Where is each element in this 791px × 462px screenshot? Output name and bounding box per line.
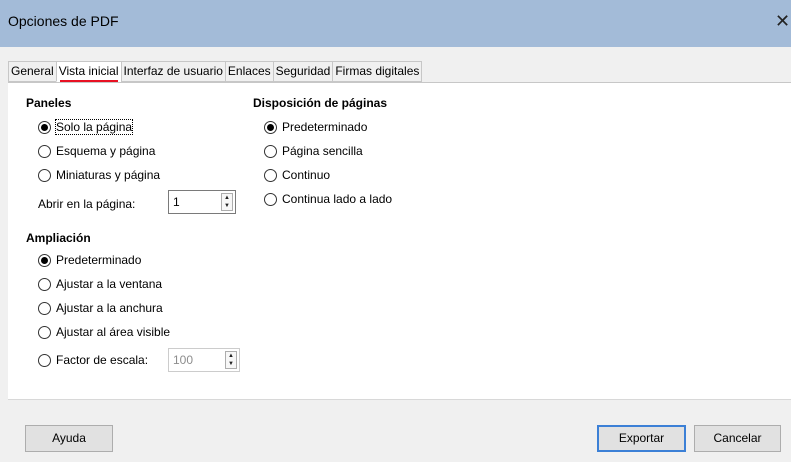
tab-panel: Paneles Solo la página Esquema y página … [8,82,791,400]
radio-label: Ajustar a la anchura [56,301,163,315]
tab-seguridad[interactable]: Seguridad [272,61,333,82]
radio-button[interactable] [38,277,51,291]
radio-label: Continuo [282,168,331,182]
radio-label: Ajustar a la ventana [56,277,163,291]
tab-enlaces[interactable]: Enlaces [224,61,273,82]
spin-down-icon[interactable]: ▼ [222,202,232,210]
radio-label: Solo la página [54,119,134,135]
radio-pagina-sencilla[interactable]: Página sencilla [264,142,363,160]
cancel-button[interactable]: Cancelar [694,425,781,452]
radio-button[interactable] [38,120,51,134]
radio-zoom-predeterminado[interactable]: Predeterminado [38,251,141,269]
spin-buttons: ▲ ▼ [225,351,237,369]
radio-ajustar-area-visible[interactable]: Ajustar al área visible [38,323,170,341]
scale-factor-value: 100 [173,353,194,367]
radio-button[interactable] [264,192,277,206]
radio-ajustar-ventana[interactable]: Ajustar a la ventana [38,275,162,293]
radio-continuo[interactable]: Continuo [264,166,330,184]
radio-label: Ajustar al área visible [56,325,171,339]
spin-up-icon[interactable]: ▲ [222,194,232,202]
radio-button[interactable] [38,144,51,158]
scale-factor-spinbox[interactable]: 100 ▲ ▼ [168,348,240,372]
radio-label: Miniaturas y página [56,168,161,182]
radio-button[interactable] [264,120,277,134]
radio-label: Predeterminado [282,120,368,134]
ampliacion-heading: Ampliación [26,231,91,245]
radio-layout-predeterminado[interactable]: Predeterminado [264,118,367,136]
radio-button[interactable] [38,301,51,315]
tab-general[interactable]: General [8,61,56,82]
tab-interfaz-de-usuario[interactable]: Interfaz de usuario [120,61,225,82]
window-title: Opciones de PDF [8,13,119,29]
export-button[interactable]: Exportar [597,425,686,452]
radio-label: Factor de escala: [56,353,149,367]
radio-button[interactable] [264,144,277,158]
radio-label: Página sencilla [282,144,363,158]
button-bar: Ayuda Exportar Cancelar [0,400,791,462]
title-bar: Opciones de PDF ✕ [0,0,791,47]
radio-miniaturas-y-pagina[interactable]: Miniaturas y página [38,166,160,184]
radio-esquema-y-pagina[interactable]: Esquema y página [38,142,155,160]
help-button[interactable]: Ayuda [25,425,113,452]
tab-vista-inicial[interactable]: Vista inicial [55,61,121,83]
radio-button[interactable] [38,353,51,367]
disposicion-heading: Disposición de páginas [253,96,388,110]
tab-bar: General Vista inicial Interfaz de usuari… [8,61,423,83]
spin-up-icon[interactable]: ▲ [226,352,236,360]
paneles-heading: Paneles [26,96,72,110]
open-page-spinbox[interactable]: 1 ▲ ▼ [168,190,236,214]
spin-buttons: ▲ ▼ [221,193,233,211]
radio-ajustar-anchura[interactable]: Ajustar a la anchura [38,299,163,317]
radio-factor-de-escala[interactable]: Factor de escala: [38,351,148,369]
radio-label: Predeterminado [56,253,142,267]
tab-label: Vista inicial [58,64,119,78]
open-page-label: Abrir en la página: [38,197,136,211]
radio-continua-lado-a-lado[interactable]: Continua lado a lado [264,190,392,208]
open-page-value: 1 [173,195,180,209]
radio-button[interactable] [38,253,51,267]
radio-solo-la-pagina[interactable]: Solo la página [38,118,134,136]
radio-label: Esquema y página [56,144,156,158]
close-icon[interactable]: ✕ [775,12,791,30]
radio-button[interactable] [38,325,51,339]
tab-firmas-digitales[interactable]: Firmas digitales [332,61,423,82]
radio-button[interactable] [38,168,51,182]
spin-down-icon[interactable]: ▼ [226,360,236,368]
radio-label: Continua lado a lado [282,192,393,206]
radio-button[interactable] [264,168,277,182]
